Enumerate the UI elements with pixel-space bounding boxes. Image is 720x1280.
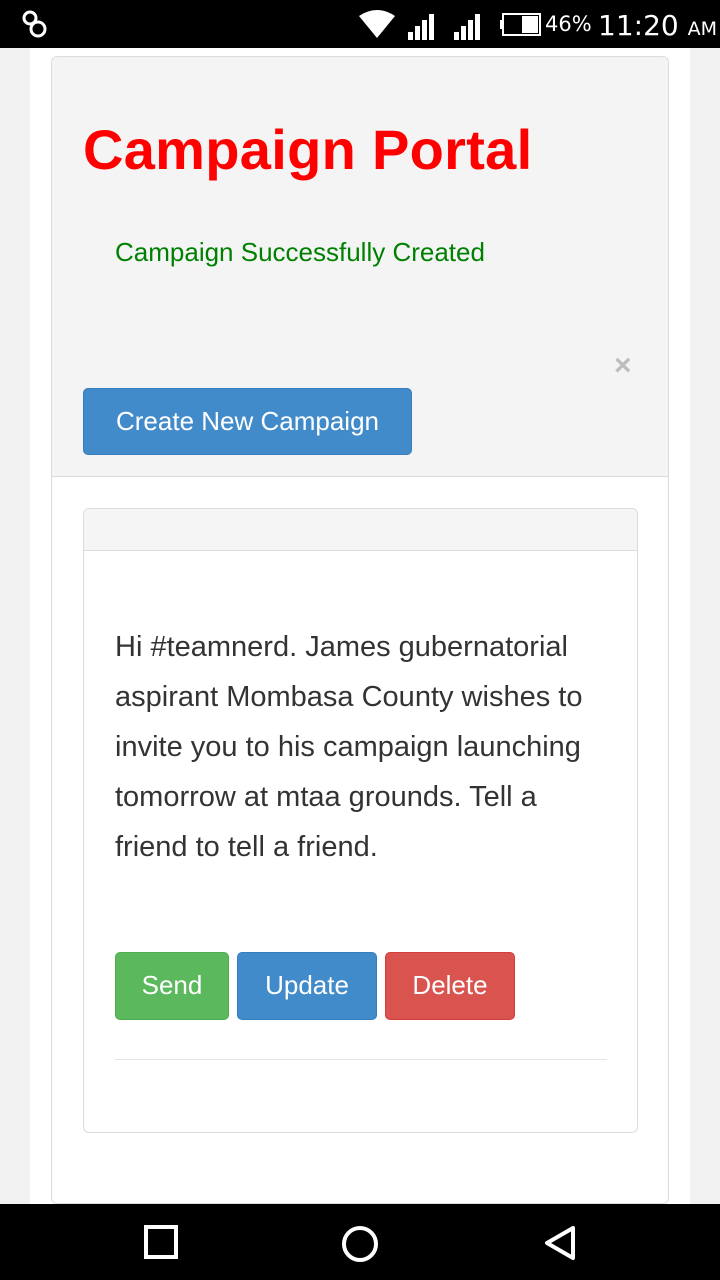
home-circle-icon[interactable] — [340, 1224, 380, 1264]
clock-ampm: AM — [687, 18, 717, 40]
card-divider — [115, 1059, 607, 1060]
campaign-message: Hi #teamnerd. James gubernatorial aspira… — [115, 631, 583, 863]
campaign-panel: Campaign Portal Campaign Successfully Cr… — [51, 56, 669, 1204]
back-triangle-icon[interactable] — [542, 1224, 578, 1262]
close-alert-button[interactable]: × — [614, 349, 632, 383]
battery-icon — [500, 13, 542, 42]
success-alert-message: Campaign Successfully Created — [115, 237, 485, 267]
send-button[interactable]: Send — [115, 952, 229, 1020]
battery-percent: 46% — [545, 12, 592, 36]
navigation-bar — [0, 1204, 720, 1280]
signal-strength-icon — [408, 12, 438, 45]
delete-button[interactable]: Delete — [385, 952, 515, 1020]
status-bar: 46% 11:20 AM — [0, 0, 720, 48]
clock: 11:20 AM — [598, 9, 717, 42]
page-title: Campaign Portal — [83, 118, 533, 181]
app-notification-icon — [20, 8, 50, 45]
campaign-card-header — [84, 509, 637, 551]
clock-time: 11:20 — [598, 9, 679, 42]
create-new-campaign-button[interactable]: Create New Campaign — [83, 388, 412, 455]
wifi-icon — [358, 10, 396, 43]
update-button[interactable]: Update — [237, 952, 377, 1020]
panel-header: Campaign Portal Campaign Successfully Cr… — [52, 57, 668, 477]
signal-strength-icon — [454, 12, 484, 45]
recents-square-icon[interactable] — [143, 1224, 179, 1260]
campaign-card: Hi #teamnerd. James gubernatorial aspira… — [83, 508, 638, 1133]
